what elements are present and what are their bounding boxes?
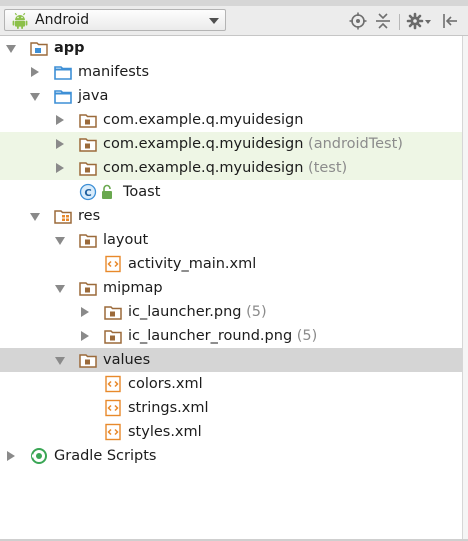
tree-item-label: ic_launcher_round.png [128, 328, 293, 344]
svg-text:C: C [84, 188, 91, 199]
tree-item-label: colors.xml [128, 376, 203, 392]
module-folder-icon [30, 42, 48, 56]
project-view-label: Android [35, 12, 90, 28]
settings-button[interactable] [404, 10, 434, 32]
tree-item-label: Toast [123, 184, 161, 200]
expand-arrow-icon[interactable] [81, 307, 89, 317]
project-view-dropdown[interactable]: Android [4, 9, 226, 31]
tree-item-toast[interactable]: C Toast [0, 180, 462, 204]
tree-item-mipmap[interactable]: mipmap [0, 276, 462, 300]
tree-item-java[interactable]: java [0, 84, 462, 108]
package-icon [79, 138, 97, 152]
collapse-all-button[interactable] [372, 10, 394, 32]
tree-item-manifests[interactable]: manifests [0, 60, 462, 84]
expand-arrow-icon[interactable] [7, 451, 15, 461]
tree-item-activity-main-xml[interactable]: activity_main.xml [0, 252, 462, 276]
expand-arrow-icon[interactable] [55, 237, 65, 245]
tree-item-label: mipmap [103, 280, 163, 296]
gradle-icon [31, 448, 47, 464]
tree-item-label: com.example.q.myuidesign [103, 160, 304, 176]
expand-arrow-icon[interactable] [30, 213, 40, 221]
tree-item-suffix: (test) [308, 160, 348, 176]
res-folder-icon [54, 210, 72, 224]
tree-item-res[interactable]: res [0, 204, 462, 228]
tree-item-suffix: (androidTest) [308, 136, 403, 152]
tree-item-strings-xml[interactable]: strings.xml [0, 396, 462, 420]
tree-item-label: styles.xml [128, 424, 202, 440]
toolbar-separator [399, 14, 400, 30]
chevron-down-icon [209, 18, 219, 24]
xml-file-icon [105, 423, 121, 441]
tree-item-label: Gradle Scripts [54, 448, 157, 464]
tree-item-label: activity_main.xml [128, 256, 257, 272]
lock-icon [102, 184, 112, 199]
expand-arrow-icon[interactable] [31, 67, 39, 77]
xml-file-icon [105, 375, 121, 393]
expand-arrow-icon[interactable] [30, 93, 40, 101]
collapse-all-icon [376, 13, 390, 29]
vertical-scrollbar[interactable] [462, 36, 468, 541]
tree-item-gradle-scripts[interactable]: Gradle Scripts [0, 444, 462, 468]
tree-item-label: layout [103, 232, 149, 248]
hide-icon [443, 14, 457, 28]
tree-item-label: values [103, 352, 151, 368]
package-icon [79, 114, 97, 128]
tree-item-styles-xml[interactable]: styles.xml [0, 420, 462, 444]
expand-arrow-icon[interactable] [55, 357, 65, 365]
xml-file-icon [105, 255, 121, 273]
folder-icon [54, 90, 72, 104]
expand-arrow-icon[interactable] [81, 331, 89, 341]
folder-icon [104, 330, 122, 344]
folder-icon [104, 306, 122, 320]
folder-icon [79, 354, 97, 368]
sync-icon [349, 12, 367, 30]
tree-item-package[interactable]: com.example.q.myuidesign [0, 108, 462, 132]
expand-arrow-icon[interactable] [55, 285, 65, 293]
expand-arrow-icon[interactable] [6, 45, 16, 53]
project-tree: app manifests java com.example.q.myuides… [0, 36, 462, 539]
folder-icon [54, 66, 72, 80]
package-icon [79, 162, 97, 176]
tree-item-layout[interactable]: layout [0, 228, 462, 252]
tree-item-suffix: (5) [296, 328, 318, 344]
tree-item-label: com.example.q.myuidesign [103, 112, 304, 128]
gear-icon [406, 12, 431, 30]
tree-item-label: strings.xml [128, 400, 209, 416]
tree-item-label: manifests [78, 64, 150, 80]
folder-icon [79, 234, 97, 248]
tree-item-label: res [78, 208, 101, 224]
hide-panel-button[interactable] [440, 10, 460, 32]
tree-item-package-androidtest[interactable]: com.example.q.myuidesign (androidTest) [0, 132, 462, 156]
xml-file-icon [105, 399, 121, 417]
tree-item-ic-launcher[interactable]: ic_launcher.png (5) [0, 300, 462, 324]
tree-item-label: ic_launcher.png [128, 304, 242, 320]
tree-item-ic-launcher-round[interactable]: ic_launcher_round.png (5) [0, 324, 462, 348]
sync-button[interactable] [347, 10, 369, 32]
project-toolbar: Android [0, 6, 468, 36]
class-icon: C [79, 183, 97, 201]
expand-arrow-icon[interactable] [56, 139, 64, 149]
expand-arrow-icon[interactable] [56, 163, 64, 173]
tree-item-colors-xml[interactable]: colors.xml [0, 372, 462, 396]
tree-item-label: java [78, 88, 109, 104]
folder-icon [79, 282, 97, 296]
tree-item-values[interactable]: values [0, 348, 462, 372]
tree-item-app[interactable]: app [0, 36, 462, 60]
tree-item-suffix: (5) [246, 304, 267, 320]
expand-arrow-icon[interactable] [56, 115, 64, 125]
tree-item-label: com.example.q.myuidesign [103, 136, 304, 152]
android-icon [12, 12, 28, 29]
tree-item-package-test[interactable]: com.example.q.myuidesign (test) [0, 156, 462, 180]
tree-item-label: app [54, 40, 85, 56]
